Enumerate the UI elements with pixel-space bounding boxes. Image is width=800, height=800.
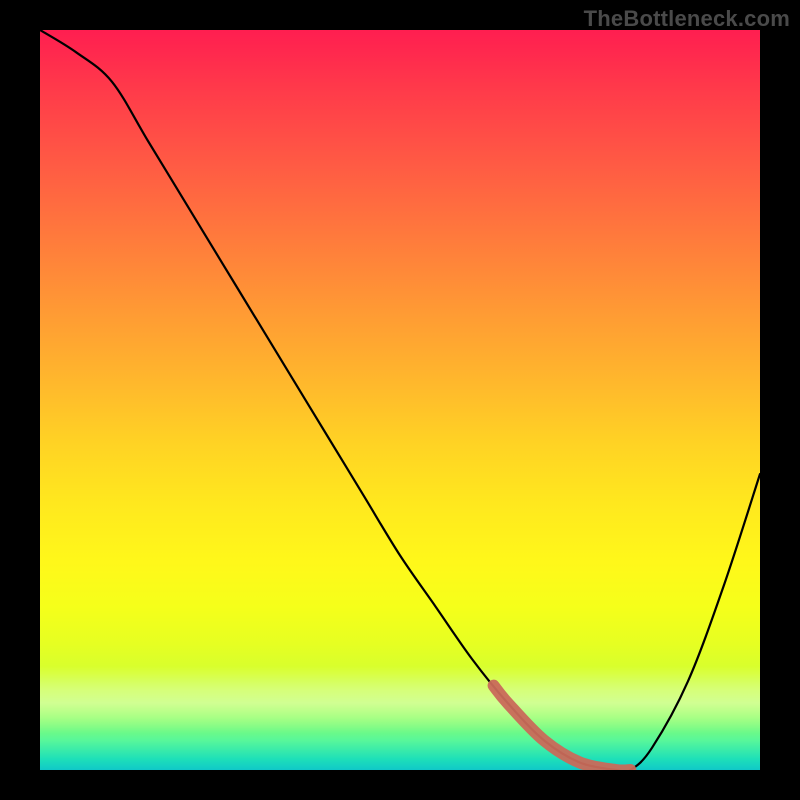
bright-band xyxy=(40,666,760,733)
optimal-range-highlight xyxy=(494,686,631,770)
bottleneck-curve xyxy=(40,30,760,770)
curve-svg xyxy=(40,30,760,770)
watermark-text: TheBottleneck.com xyxy=(584,6,790,32)
chart-frame: TheBottleneck.com xyxy=(0,0,800,800)
plot-area xyxy=(40,30,760,770)
